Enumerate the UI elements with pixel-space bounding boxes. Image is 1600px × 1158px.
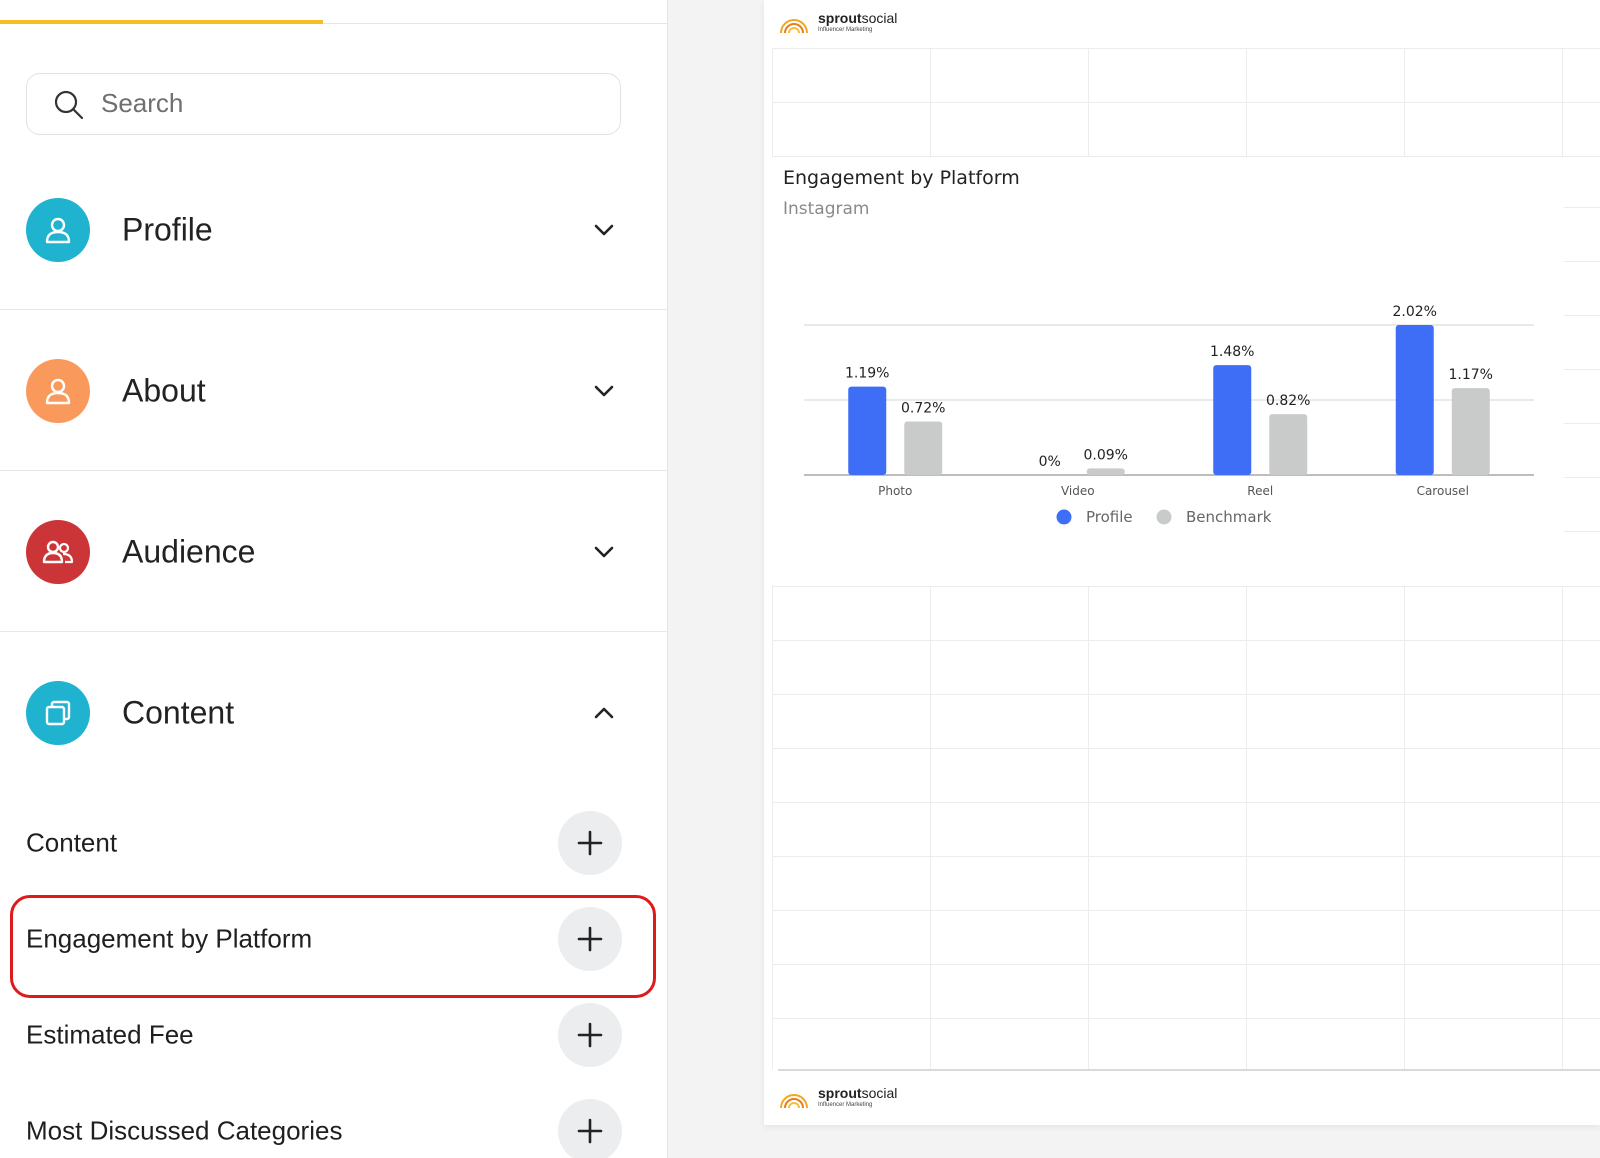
add-widget-button[interactable] (558, 811, 622, 875)
brand-name-bold: sprout (818, 10, 862, 26)
section-title: Profile (122, 211, 213, 247)
search-icon (54, 90, 84, 120)
progress-bar (0, 20, 323, 24)
engagement-bar-chart: 1.19% 0.72% Photo 0% 0.09% Video 1.48% 0.82% Ree… (804, 304, 1534, 526)
brand-name-rest: social (861, 10, 898, 26)
legend-label: Profile (1086, 508, 1133, 526)
bar-benchmark-carousel (1451, 388, 1490, 475)
data-label: 0.72% (901, 401, 945, 417)
x-tick-label: Reel (1247, 484, 1273, 498)
report-grid-top (772, 48, 1600, 157)
brand-name-rest: social (861, 1085, 898, 1101)
data-label: 0.82% (1266, 393, 1310, 409)
section-title: Content (122, 694, 235, 731)
data-label: 1.17% (1449, 367, 1493, 383)
about-badge (26, 358, 90, 423)
legend-swatch-benchmark (1156, 509, 1172, 525)
report-grid-bottom (772, 586, 1600, 1069)
sprout-logo-icon (780, 19, 808, 34)
plus-icon (577, 1022, 603, 1048)
widget-item-estimated-fee: Estimated Fee (0, 995, 668, 1075)
widget-item-label: Most Discussed Categories (26, 1115, 343, 1146)
section-audience[interactable]: Audience (0, 472, 668, 632)
footer-divider (778, 1069, 1600, 1071)
highlight-box (10, 895, 656, 998)
chevron-up-icon[interactable] (593, 703, 615, 723)
audience-badge (26, 519, 90, 584)
section-about[interactable]: About (0, 311, 668, 471)
data-label: 1.48% (1210, 344, 1254, 360)
add-widget-button[interactable] (558, 1003, 622, 1067)
widget-item-content: Content (0, 803, 668, 883)
chevron-down-icon[interactable] (593, 381, 615, 401)
bar-benchmark-photo (904, 421, 943, 475)
add-widget-button[interactable] (558, 1099, 622, 1158)
brand-name-bold: sprout (818, 1085, 862, 1101)
user-icon (45, 378, 71, 404)
data-label: 0% (1039, 454, 1061, 470)
plus-icon (577, 830, 603, 856)
brand-subtitle: Influencer Marketing (818, 27, 873, 33)
bar-benchmark-reel (1269, 414, 1308, 475)
bar-profile-photo (848, 386, 887, 475)
x-tick-label: Photo (878, 484, 912, 498)
content-badge (26, 681, 90, 745)
data-label: 1.19% (845, 366, 889, 382)
x-tick-label: Video (1061, 484, 1095, 498)
legend-label: Benchmark (1186, 508, 1272, 526)
data-label: 2.02% (1393, 304, 1437, 320)
user-icon (45, 217, 71, 243)
chevron-down-icon[interactable] (593, 220, 615, 240)
x-tick-label: Carousel (1417, 484, 1469, 498)
search-input[interactable] (101, 74, 601, 133)
chart-subtitle: Instagram (783, 199, 870, 219)
section-content[interactable]: Content (0, 633, 668, 793)
data-label: 0.09% (1084, 447, 1128, 463)
search-box[interactable] (26, 73, 621, 135)
section-title: Audience (122, 533, 256, 569)
brand-subtitle: Influencer Marketing (818, 1102, 873, 1108)
widget-item-most-discussed-categories: Most Discussed Categories (0, 1091, 668, 1158)
chart-title: Engagement by Platform (783, 167, 1020, 189)
sprout-logo-icon (780, 1094, 808, 1109)
brand-logo-footer: sproutsocial Influencer Marketing (778, 1084, 897, 1110)
group-icon (42, 540, 74, 563)
widget-item-label: Content (26, 827, 118, 858)
profile-badge (26, 197, 90, 262)
bar-profile-reel (1213, 365, 1252, 475)
chevron-down-icon[interactable] (593, 542, 615, 562)
section-title: About (122, 372, 206, 408)
brand-logo-header: sproutsocial Influencer Marketing (778, 9, 897, 35)
section-profile[interactable]: Profile (0, 150, 668, 310)
copy-icon (45, 700, 71, 726)
legend-swatch-profile (1056, 509, 1072, 525)
plus-icon (577, 1118, 603, 1144)
widget-item-label: Estimated Fee (26, 1019, 194, 1050)
bar-benchmark-video (1086, 468, 1125, 475)
bar-profile-carousel (1395, 325, 1434, 475)
editor-sidebar: Profile About Audience (0, 0, 668, 1158)
